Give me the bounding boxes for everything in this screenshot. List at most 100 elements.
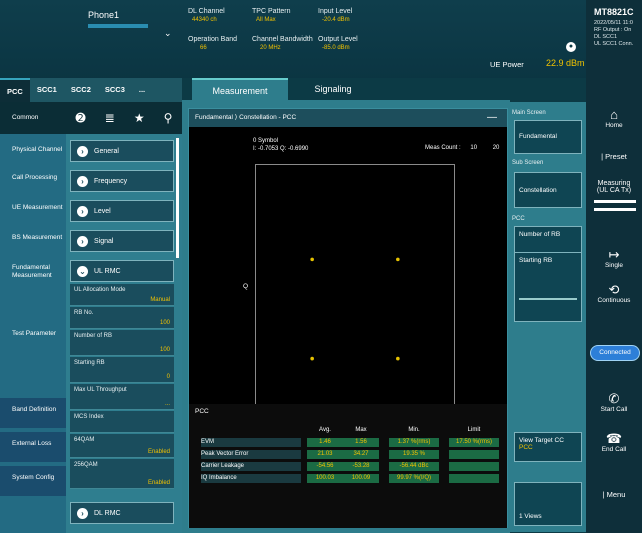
tab-pcc[interactable]: PCC bbox=[0, 78, 30, 102]
operation-band-label: Operation Band bbox=[188, 36, 238, 43]
menu-button[interactable]: | Menu bbox=[586, 490, 642, 499]
nav-common[interactable]: Common bbox=[0, 102, 66, 134]
param-value: 0 bbox=[166, 374, 170, 380]
param-label: 256QAM bbox=[74, 462, 98, 468]
constellation-point bbox=[310, 257, 314, 262]
parameter-panel: ➋ ≣ ★ ⚲ › General › Frequency › Level › Sign… bbox=[66, 102, 182, 533]
chevron-right-icon: › bbox=[77, 145, 88, 157]
menu-label: Menu bbox=[606, 490, 626, 499]
number-of-rb-label: Number of RB bbox=[519, 231, 561, 238]
param-mcs-index[interactable]: MCS Index bbox=[70, 411, 174, 433]
settings-icon[interactable]: ● bbox=[566, 42, 576, 52]
param-starting-rb[interactable]: Starting RB 0 bbox=[70, 357, 174, 383]
tab-more[interactable]: ... bbox=[132, 78, 152, 102]
param-label: Max UL Throughput bbox=[74, 387, 127, 393]
param-label: 64QAM bbox=[74, 437, 95, 443]
table-cell-avg: 21.03 bbox=[307, 450, 343, 459]
chevron-down-icon: ⌄ bbox=[77, 265, 88, 277]
home-icon: ⌂ bbox=[610, 107, 618, 122]
view-target-value: PCC bbox=[519, 444, 533, 451]
start-call-button[interactable]: ✆ Start Call bbox=[586, 391, 642, 414]
scrollbar[interactable] bbox=[176, 138, 179, 258]
marker-symbol: 0 Symbol bbox=[253, 138, 279, 144]
connected-badge[interactable]: Connected bbox=[590, 345, 640, 361]
starting-rb-control[interactable]: Starting RB bbox=[514, 252, 582, 322]
constellation-point bbox=[396, 257, 400, 262]
meas-count-value: 10 bbox=[470, 145, 478, 151]
list-icon[interactable]: ≣ bbox=[105, 111, 115, 125]
group-frequency[interactable]: › Frequency bbox=[70, 170, 174, 192]
nav-call-processing[interactable]: Call Processing bbox=[0, 174, 66, 182]
status-line: RF Output : On bbox=[594, 27, 632, 33]
table-cell-limit bbox=[449, 450, 499, 459]
input-level-label: Input Level bbox=[318, 8, 353, 15]
group-signal[interactable]: › Signal bbox=[70, 230, 174, 252]
param-value: 100 bbox=[159, 320, 170, 326]
group-ul-rmc[interactable]: ⌄ UL RMC bbox=[70, 260, 174, 282]
top-status-bar: Phone1 ⌄ DL Channel 44340 ch TPC Pattern… bbox=[0, 0, 642, 80]
slider-bar[interactable] bbox=[594, 200, 636, 203]
fundamental-button[interactable]: Fundamental bbox=[514, 120, 582, 154]
nav-physical-channel[interactable]: Physical Channel bbox=[0, 146, 66, 154]
col-limit: Limit bbox=[467, 427, 481, 433]
constellation-button[interactable]: Constellation bbox=[514, 172, 582, 208]
device-progress bbox=[88, 24, 148, 28]
device-name[interactable]: Phone1 bbox=[88, 10, 119, 20]
panel-subtitle: Constellation - PCC bbox=[239, 114, 297, 121]
nav-system-config[interactable]: System Config bbox=[0, 466, 66, 496]
group-dl-rmc[interactable]: › DL RMC bbox=[70, 502, 174, 524]
param-max-ul-throughput[interactable]: Max UL Throughput... bbox=[70, 384, 174, 410]
nav-fundamental-measurement[interactable]: Fundamental Measurement bbox=[0, 264, 66, 280]
right-toolbar: MT8821C 2022/05/11 11:0 RF Output : On D… bbox=[586, 0, 642, 533]
view-target-control[interactable]: View Target CC PCC bbox=[514, 432, 582, 462]
tpc-pattern-label: TPC Pattern bbox=[252, 8, 291, 15]
param-number-of-rb[interactable]: Number of RB 100 bbox=[70, 330, 174, 356]
minimize-icon[interactable]: — bbox=[487, 109, 497, 127]
measurement-panel: Fundamental ⟩ Constellation - PCC — 0 Sy… bbox=[188, 108, 508, 528]
continuous-button[interactable]: ⟲ Continuous bbox=[586, 283, 642, 305]
preset-button[interactable]: | Preset bbox=[586, 152, 642, 161]
slider-bar[interactable] bbox=[594, 208, 636, 211]
tab-scc1[interactable]: SCC1 bbox=[30, 78, 64, 102]
measuring-mode: (UL CA Tx) bbox=[596, 187, 632, 194]
tab-scc3[interactable]: SCC3 bbox=[98, 78, 132, 102]
chevron-right-icon: › bbox=[77, 507, 88, 519]
tab-scc2[interactable]: SCC2 bbox=[64, 78, 98, 102]
search-icon[interactable]: ⚲ bbox=[164, 111, 173, 125]
views-button[interactable]: 1 Views bbox=[514, 482, 582, 526]
param-label: UL Allocation Mode bbox=[74, 287, 126, 293]
marker-iq: I: -0.7053 Q: -0.6990 bbox=[253, 146, 309, 152]
param-256qam[interactable]: 256QAM Enabled bbox=[70, 459, 174, 489]
home-button[interactable]: ⌂ Home bbox=[586, 107, 642, 130]
param-64qam[interactable]: 64QAM Enabled bbox=[70, 434, 174, 458]
param-rb-no[interactable]: RB No. 100 bbox=[70, 307, 174, 329]
col-avg: Avg. bbox=[319, 427, 331, 433]
meas-count-label: Meas Count : bbox=[425, 145, 461, 151]
slider-track[interactable] bbox=[519, 298, 577, 300]
param-value: Enabled bbox=[147, 480, 170, 486]
single-button[interactable]: ↦ Single bbox=[586, 248, 642, 270]
param-ul-allocation-mode[interactable]: UL Allocation Mode Manual bbox=[70, 284, 174, 306]
group-level[interactable]: › Level bbox=[70, 200, 174, 222]
nav-test-parameter[interactable]: Test Parameter bbox=[0, 330, 66, 338]
table-row: Peak Vector Error 21.03 34.27 19.35 % bbox=[197, 450, 499, 459]
tab-measurement[interactable]: Measurement bbox=[192, 78, 288, 100]
nav-bs-measurement[interactable]: BS Measurement bbox=[0, 234, 66, 242]
nav-external-loss[interactable]: External Loss bbox=[0, 432, 66, 462]
end-call-button[interactable]: ☎ End Call bbox=[586, 432, 642, 454]
col-max: Max bbox=[355, 427, 367, 433]
status-line: DL SCC1 bbox=[594, 34, 618, 40]
nav-ue-measurement[interactable]: UE Measurement bbox=[0, 204, 66, 212]
continuous-label: Continuous bbox=[597, 297, 631, 304]
star-icon[interactable]: ★ bbox=[134, 111, 145, 125]
chevron-down-icon[interactable]: ⌄ bbox=[164, 28, 172, 39]
phone-icon: ✆ bbox=[608, 391, 620, 406]
status-line: UL SCC1 Conn. bbox=[594, 41, 634, 47]
chevron-right-icon[interactable]: ➋ bbox=[76, 111, 86, 125]
nav-band-definition[interactable]: Band Definition bbox=[0, 398, 66, 428]
group-general[interactable]: › General bbox=[70, 140, 174, 162]
measuring-label: Measuring bbox=[597, 180, 631, 187]
tab-signaling[interactable]: Signaling bbox=[288, 78, 378, 100]
param-toolbar: ➋ ≣ ★ ⚲ bbox=[66, 102, 182, 134]
home-label: Home bbox=[605, 122, 623, 129]
